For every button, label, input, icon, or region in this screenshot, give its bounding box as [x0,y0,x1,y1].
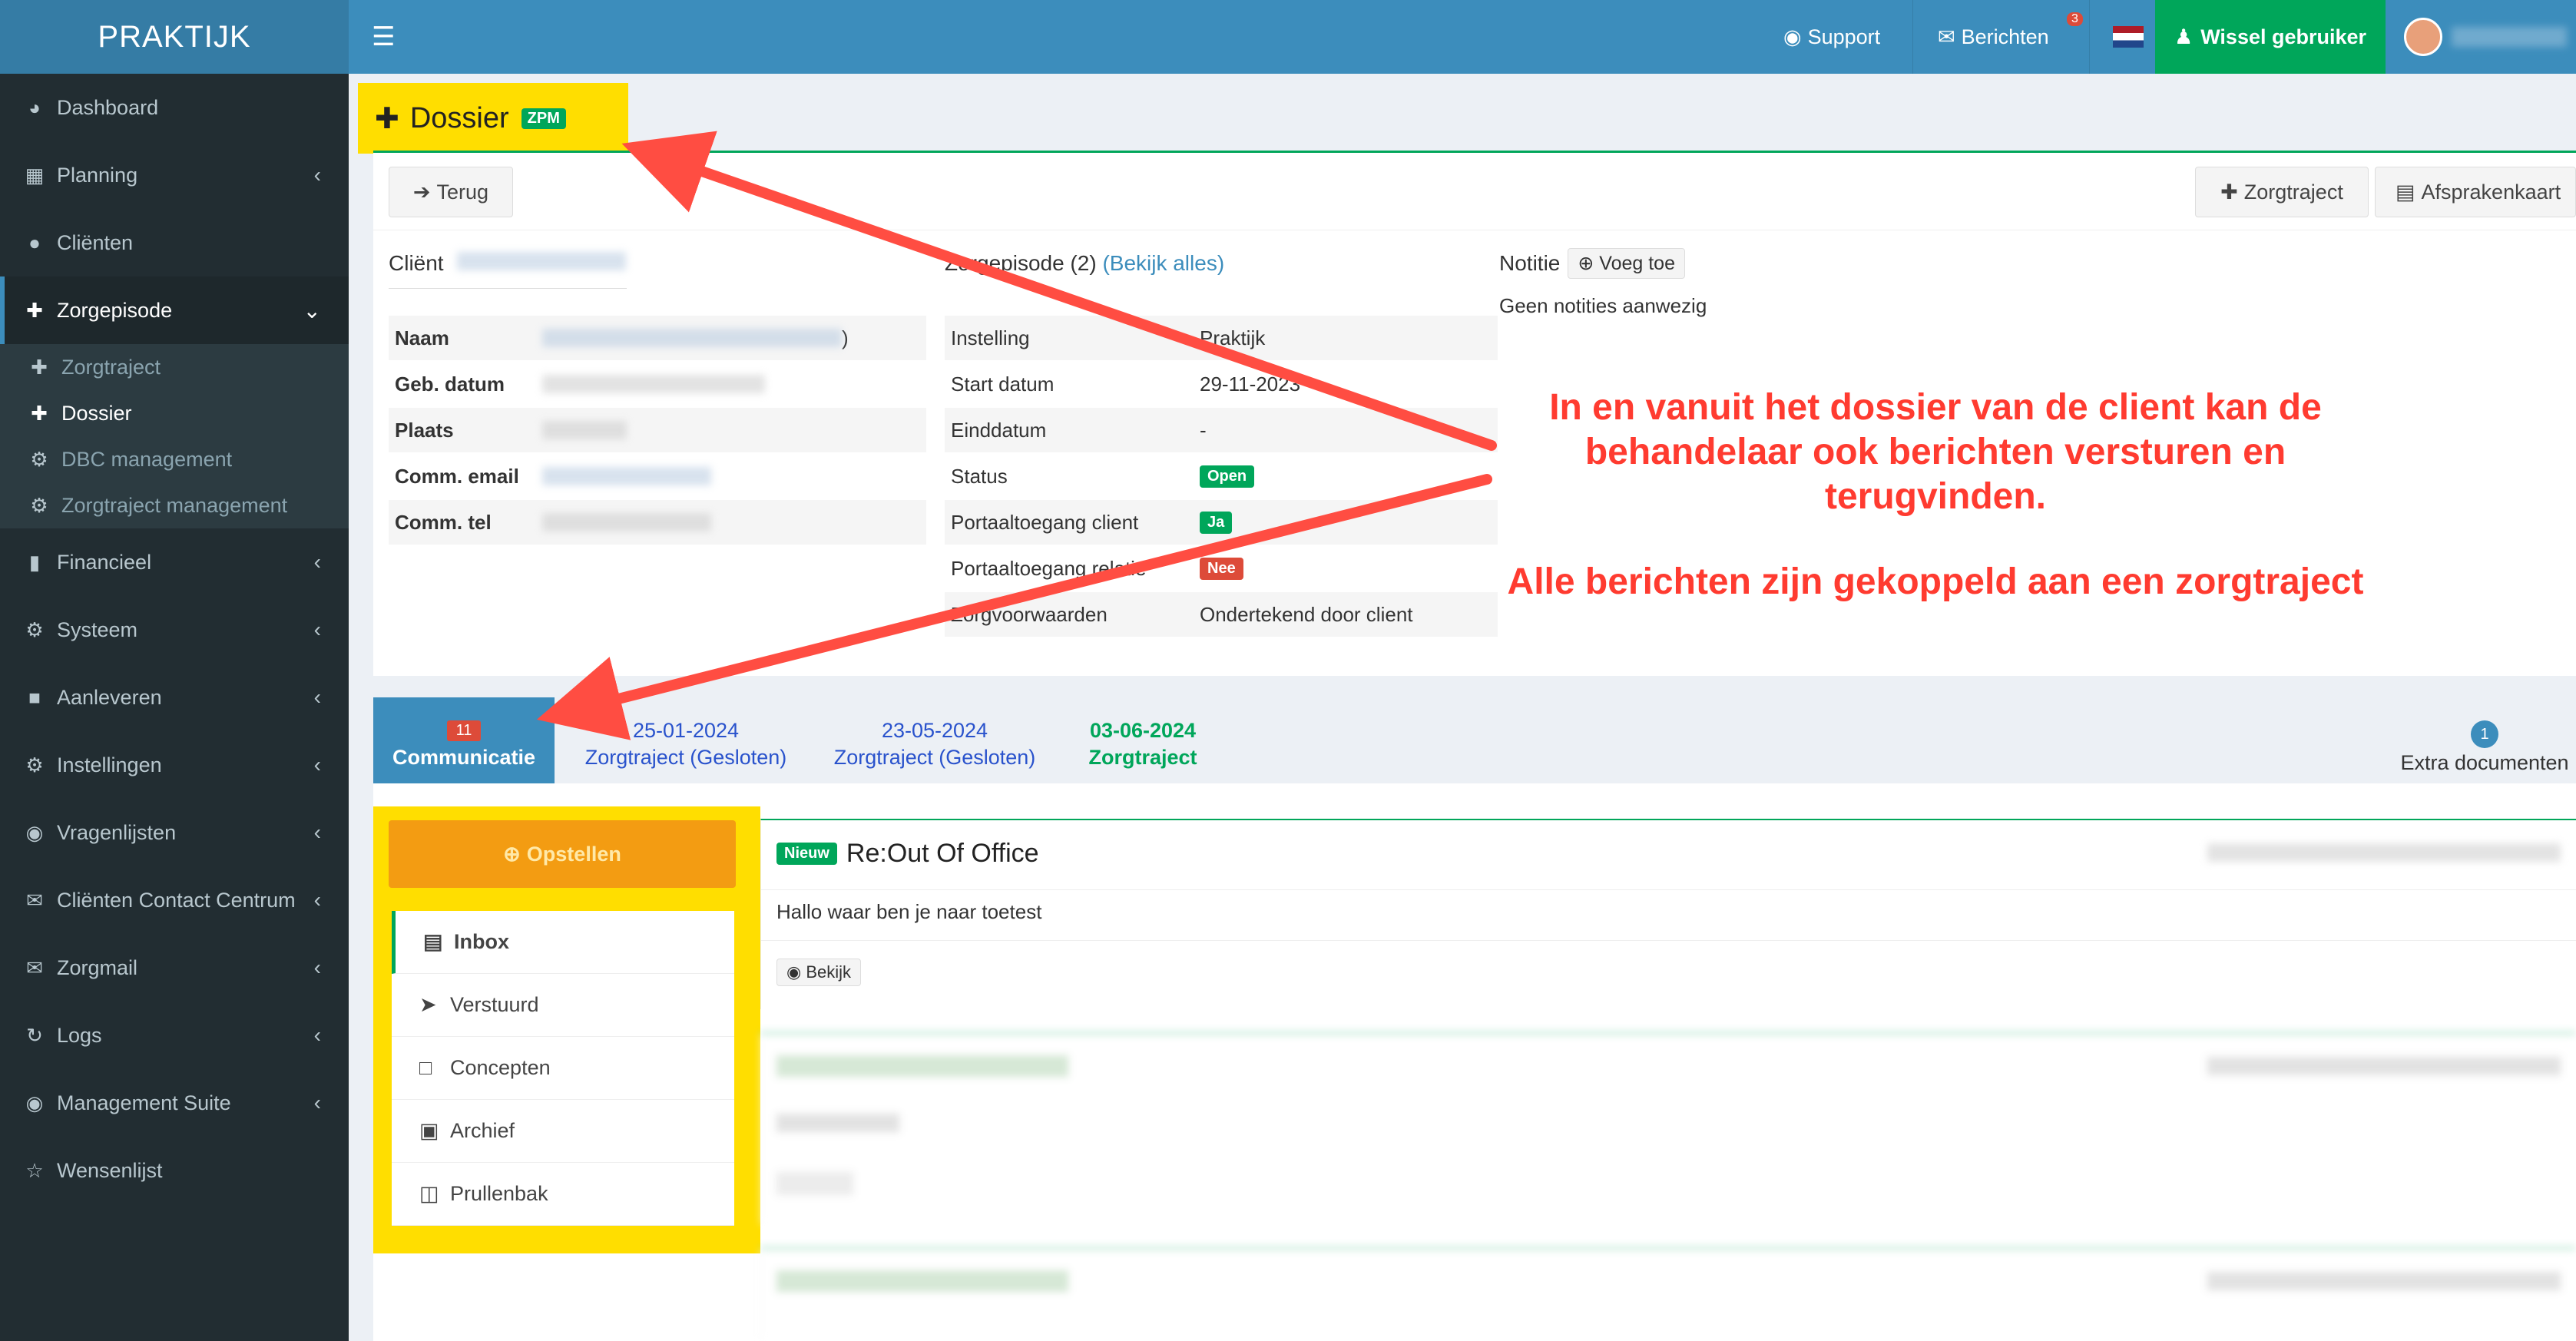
arrow-to-dossier-title [621,131,1497,451]
annotation-text-2: Alle berichten zijn gekoppeld aan een zo… [1507,561,2364,602]
annotation-arrows [536,131,1497,740]
arrow-to-communicatie-tab [536,474,1492,740]
annotation-text: In en vanuit het dossier van de client k… [1549,387,2322,517]
